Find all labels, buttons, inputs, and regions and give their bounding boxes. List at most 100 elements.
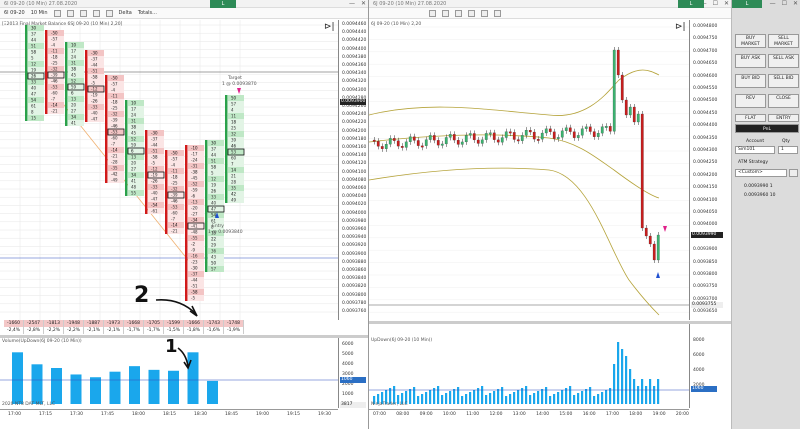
account-select[interactable]: Sim101 [735,146,775,154]
sell-ask-button[interactable]: SELL ASK [768,54,799,68]
right-time-axis[interactable]: 07:00 08:00 09:00 10:00 11:00 12:00 13:00 14:00… [369,409,689,421]
left-copyright: 2020 NT8 DAT MLT, LLC [2,402,56,407]
buy-bid-button[interactable]: BUY BID [735,74,766,88]
right-volume-panel[interactable]: UpDown(6J 09-20 (10 Min)) NinjaTrader, L… [369,324,689,408]
buy-market-button[interactable]: BUY MARKET [735,34,766,48]
volume-bar [549,396,552,404]
sell-market-button[interactable]: SELL MARKET [768,34,799,48]
right-volume-axis[interactable]: 8000600040002000 1060 [689,324,731,408]
buy-ask-button[interactable]: BUY ASK [735,54,766,68]
interval-selector[interactable]: 10 Min [31,10,48,16]
footprint-value: 24 [131,113,137,118]
price-tick: 0.0093650 [693,309,718,315]
pnl-button[interactable]: PnL [735,124,799,133]
volume-bar [449,391,452,404]
atm-strategy-select[interactable]: <Custom> [735,169,787,177]
time-label: 14:00 [536,412,550,417]
footprint-value: -4 [171,163,175,168]
atm-chevron-down-icon[interactable] [789,169,798,177]
left-time-axis[interactable]: 17:00 17:15 17:30 17:45 18:00 18:15 18:30 18:45… [0,409,338,421]
right-draw-icon[interactable] [455,9,462,17]
right-zoom-icon[interactable] [442,9,449,17]
chart-trader-icon[interactable] [105,9,113,17]
totals-dropdown[interactable]: Totals... [138,10,157,16]
candle [576,135,580,138]
volume-bar [505,396,508,404]
candle [616,49,620,76]
left-current-price: 0.0093900 [340,99,366,105]
footprint-value: 57 [211,267,217,272]
footprint-value: -12 [91,87,98,92]
footprint-value: 59 [71,85,77,90]
footprint-value: -26 [91,99,98,104]
footprint-value: -38 [191,170,198,175]
footprint-bar [65,42,68,126]
zoom-icon[interactable] [66,9,74,17]
sell-bid-button[interactable]: SELL BID [768,74,799,88]
footprint-value: -4 [111,88,115,93]
right-chart-window: 6J 09-20 (10 Min) 27.08.2020 — ☐ ✕ L 6J … [369,0,731,429]
volume-bar [477,388,480,404]
close-icon[interactable]: ✕ [361,0,366,8]
candle [476,139,480,144]
flat-button[interactable]: FLAT [735,114,766,122]
volume-bar [433,388,436,404]
volume-bar [525,386,528,404]
footprint-value: -12 [151,167,158,172]
volume-bar [485,395,488,404]
candle [604,126,608,128]
order-line: 0.0093990 1 [744,184,773,189]
left-volume-axis[interactable]: 6000 5000 4000 3000 2000 1000 1060 3817 [338,338,368,408]
footprint-value: -51 [91,69,98,74]
volume-tick: 5000 [342,352,354,357]
volume-bar [633,379,636,404]
price-tick: 0.0094240 [342,112,367,118]
volume-bar [469,392,472,404]
entry-button[interactable]: ENTRY [768,114,799,122]
panel-minimize-icon[interactable]: — [770,0,776,8]
draw-icon[interactable] [79,9,87,17]
footprint-value: 52 [131,137,137,142]
rev-button[interactable]: REV [735,94,766,108]
candle [408,136,412,142]
panel-window-badge[interactable]: L [732,0,762,8]
delta-value: -1748 [224,320,244,327]
footprint-value: -4 [51,43,55,48]
annotation-one: 1 [165,336,178,357]
price-tick: 0.0094050 [693,210,718,215]
right-indicators-icon[interactable] [494,9,501,17]
right-price-axis[interactable]: 0.0094800 0.0094750 0.0094700 0.0094650 0.00… [689,20,731,320]
right-close-icon[interactable]: ✕ [724,0,729,8]
window-badge-button[interactable]: L [210,0,236,8]
right-maximize-icon[interactable]: ☐ [713,0,718,8]
footprint-value: -46 [51,79,58,84]
panel-maximize-icon[interactable]: ☐ [782,0,787,8]
right-cursor-icon[interactable] [429,9,436,17]
candlestick-chart[interactable]: 6J 09-20 (10 Min) 2,20 ⊳| [369,20,689,320]
footprint-chart[interactable]: 30 37 44 51 58 5 12 19 26 33 40 47 54 61 8 15 -50 -57 -4 -1… [0,20,338,320]
time-label: 07:00 [373,412,386,417]
price-tick: 0.0093780 [342,300,367,306]
footprint-value: 61 [211,219,217,224]
delta-dropdown[interactable]: Delta [119,10,132,16]
candle [648,235,652,245]
right-chart-trader-icon[interactable] [481,9,488,17]
price-tick: 0.0093860 [342,268,367,273]
cursor-icon[interactable] [53,9,61,17]
volume-bar [425,392,428,404]
minimize-icon[interactable]: — [349,0,355,8]
left-price-axis[interactable]: 0.0094460 0.0094440 0.0094420 0.0094400 0.00… [338,20,368,320]
left-volume-last: 3817 [340,402,366,408]
right-chart-trader-toggle-icon[interactable]: ⊳| [675,22,686,32]
properties-icon[interactable] [92,9,100,17]
right-volume-label: UpDown(6J 09-20 (10 Min)) [371,338,433,343]
right-properties-icon[interactable] [468,9,475,17]
instrument-selector[interactable]: 6l 09-20 [4,10,25,16]
volume-bar [12,352,23,404]
chart-trader-toggle-icon[interactable]: ⊳| [324,22,335,32]
footprint-value: 31 [131,119,137,124]
qty-stepper[interactable]: 1 [778,146,798,154]
right-window-badge-button[interactable]: L [678,0,704,8]
panel-close-icon[interactable]: ✕ [793,0,798,8]
close-button[interactable]: CLOSE [768,94,799,108]
